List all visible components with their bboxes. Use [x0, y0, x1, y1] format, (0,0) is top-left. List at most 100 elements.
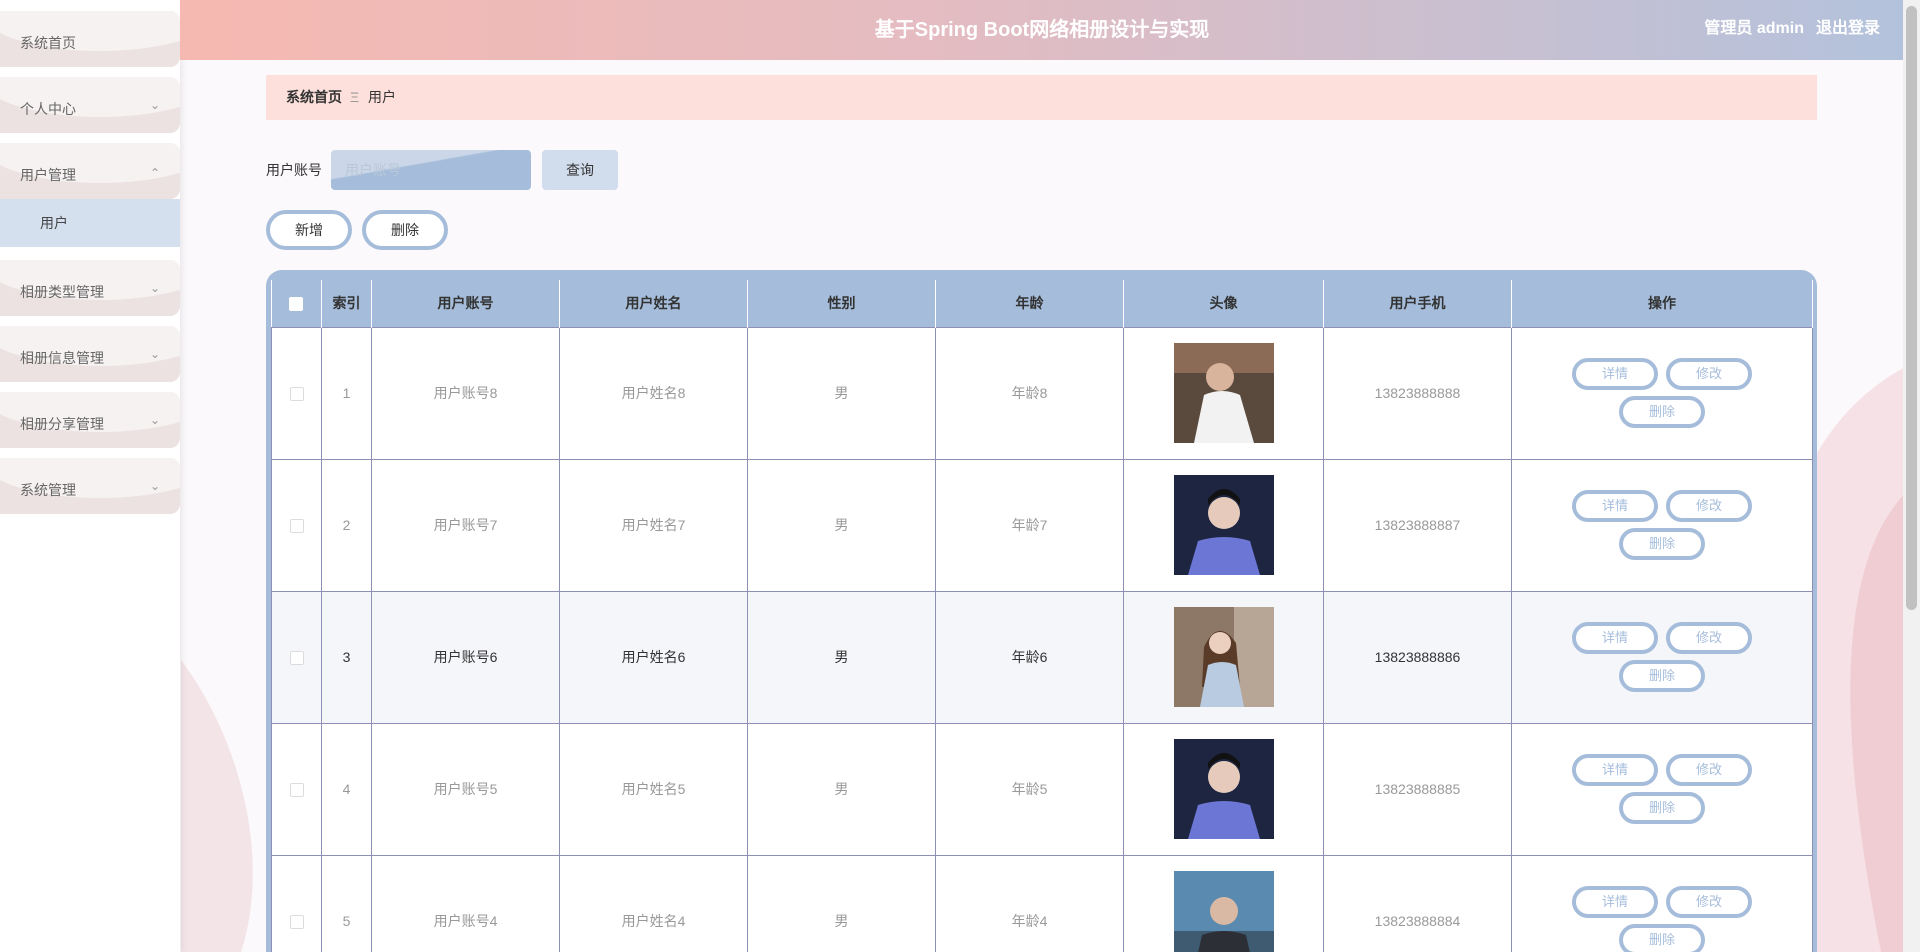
- submenu-label: 用户: [40, 215, 68, 231]
- cell-account: 用户账号5: [371, 722, 560, 856]
- detail-button[interactable]: 详情: [1572, 754, 1658, 786]
- header-user: 管理员 admin 退出登录: [1692, 0, 1880, 58]
- table-header-row: 索引 用户账号 用户姓名 性别 年龄 头像 用户手机 操作: [271, 280, 1813, 327]
- breadcrumb-home[interactable]: 系统首页: [286, 75, 342, 119]
- cell-account: 用户账号7: [371, 458, 560, 592]
- edit-button[interactable]: 修改: [1666, 754, 1752, 786]
- user-table: 索引 用户账号 用户姓名 性别 年龄 头像 用户手机 操作 1 用户账号8 用户…: [271, 280, 1813, 952]
- cell-gender: 男: [747, 722, 936, 856]
- cell-phone: 13823888888: [1323, 326, 1512, 460]
- cell-gender: 男: [747, 854, 936, 952]
- menu-item-user-management[interactable]: 用户管理 ⌃: [0, 143, 180, 199]
- search-input[interactable]: [331, 150, 531, 190]
- cell-name: 用户姓名8: [559, 326, 748, 460]
- avatar: [1173, 475, 1274, 575]
- chevron-down-icon: ⌄: [149, 479, 160, 493]
- column-header: 操作: [1511, 280, 1813, 327]
- add-button[interactable]: 新增: [266, 210, 352, 250]
- menu-item-album-type[interactable]: 相册类型管理 ⌄: [0, 260, 180, 316]
- edit-button[interactable]: 修改: [1666, 622, 1752, 654]
- cell-age: 年龄6: [935, 590, 1124, 724]
- delete-row-button[interactable]: 删除: [1619, 924, 1705, 952]
- column-header: 用户手机: [1323, 280, 1512, 327]
- edit-button[interactable]: 修改: [1666, 490, 1752, 522]
- cell-age: 年龄8: [935, 326, 1124, 460]
- cell-name: 用户姓名6: [559, 590, 748, 724]
- column-header: 头像: [1123, 280, 1324, 327]
- delete-row-button[interactable]: 删除: [1619, 528, 1705, 560]
- detail-button[interactable]: 详情: [1572, 358, 1658, 390]
- row-checkbox[interactable]: [289, 915, 304, 930]
- table-row: 2 用户账号7 用户姓名7 男 年龄7 13823888887 详情 修改删除: [271, 458, 1813, 592]
- cell-phone: 13823888885: [1323, 722, 1512, 856]
- row-checkbox[interactable]: [289, 387, 304, 402]
- menu-label: 相册分享管理: [20, 416, 104, 432]
- cell-name: 用户姓名7: [559, 458, 748, 592]
- select-all-checkbox[interactable]: [289, 297, 304, 312]
- app-title: 基于Spring Boot网络相册设计与实现: [874, 19, 1210, 41]
- cell-index: 2: [321, 458, 372, 592]
- avatar: [1173, 607, 1274, 707]
- cell-age: 年龄5: [935, 722, 1124, 856]
- search-button[interactable]: 查询: [542, 150, 618, 190]
- avatar: [1173, 343, 1274, 443]
- table-row: 1 用户账号8 用户姓名8 男 年龄8 13823888888 详情 修改删除: [271, 326, 1813, 460]
- menu-item-system[interactable]: 系统管理 ⌄: [0, 458, 180, 514]
- chevron-down-icon: ⌄: [149, 347, 160, 361]
- chevron-down-icon: ⌄: [149, 98, 160, 112]
- delete-row-button[interactable]: 删除: [1619, 792, 1705, 824]
- cell-age: 年龄7: [935, 458, 1124, 592]
- detail-button[interactable]: 详情: [1572, 886, 1658, 918]
- menu-label: 系统首页: [20, 35, 76, 51]
- delete-button[interactable]: 删除: [362, 210, 448, 250]
- delete-row-button[interactable]: 删除: [1619, 660, 1705, 692]
- user-table-container: 索引 用户账号 用户姓名 性别 年龄 头像 用户手机 操作 1 用户账号8 用户…: [266, 270, 1817, 952]
- cell-gender: 男: [747, 458, 936, 592]
- select-all-header: [271, 280, 322, 327]
- logout-link[interactable]: 退出登录: [1816, 20, 1880, 37]
- menu-label: 相册类型管理: [20, 284, 104, 300]
- avatar: [1173, 739, 1274, 839]
- cell-phone: 13823888887: [1323, 458, 1512, 592]
- menu-label: 系统管理: [20, 482, 76, 498]
- row-checkbox[interactable]: [289, 519, 304, 534]
- breadcrumb-current: 用户: [368, 89, 396, 105]
- breadcrumb-separator-icon: Ξ: [350, 89, 360, 105]
- menu-item-album-info[interactable]: 相册信息管理 ⌄: [0, 326, 180, 382]
- table-row: 5 用户账号4 用户姓名4 男 年龄4 13823888884 详情 修改删除: [271, 854, 1813, 952]
- menu-item-home[interactable]: 系统首页: [0, 11, 180, 67]
- search-label: 用户账号: [266, 162, 322, 178]
- cell-phone: 13823888884: [1323, 854, 1512, 952]
- menu-item-album-share[interactable]: 相册分享管理 ⌄: [0, 392, 180, 448]
- detail-button[interactable]: 详情: [1572, 490, 1658, 522]
- scrollbar-thumb[interactable]: [1906, 6, 1917, 610]
- chevron-up-icon: ⌃: [149, 166, 160, 180]
- cell-account: 用户账号6: [371, 590, 560, 724]
- row-checkbox[interactable]: [289, 783, 304, 798]
- column-header: 性别: [747, 280, 936, 327]
- page-scrollbar[interactable]: [1903, 0, 1920, 952]
- submenu-item-user[interactable]: 用户: [0, 199, 180, 247]
- cell-gender: 男: [747, 326, 936, 460]
- column-header: 用户账号: [371, 280, 560, 327]
- menu-label: 相册信息管理: [20, 350, 104, 366]
- chevron-down-icon: ⌄: [149, 413, 160, 427]
- sidebar: 系统首页 个人中心 ⌄ 用户管理 ⌃ 用户 相册类型管理 ⌄ 相册信息管理 ⌄ …: [0, 0, 180, 952]
- cell-age: 年龄4: [935, 854, 1124, 952]
- cell-name: 用户姓名5: [559, 722, 748, 856]
- cell-account: 用户账号8: [371, 326, 560, 460]
- row-checkbox[interactable]: [289, 651, 304, 666]
- edit-button[interactable]: 修改: [1666, 886, 1752, 918]
- admin-label: 管理员 admin: [1704, 20, 1804, 37]
- column-header: 年龄: [935, 280, 1124, 327]
- menu-label: 个人中心: [20, 101, 76, 117]
- detail-button[interactable]: 详情: [1572, 622, 1658, 654]
- menu-item-profile[interactable]: 个人中心 ⌄: [0, 77, 180, 133]
- header: 基于Spring Boot网络相册设计与实现 管理员 admin 退出登录: [180, 0, 1904, 60]
- table-row: 3 用户账号6 用户姓名6 男 年龄6 13823888886 详情 修改删除: [271, 590, 1813, 724]
- column-header: 索引: [321, 280, 372, 327]
- cell-phone: 13823888886: [1323, 590, 1512, 724]
- edit-button[interactable]: 修改: [1666, 358, 1752, 390]
- cell-name: 用户姓名4: [559, 854, 748, 952]
- delete-row-button[interactable]: 删除: [1619, 396, 1705, 428]
